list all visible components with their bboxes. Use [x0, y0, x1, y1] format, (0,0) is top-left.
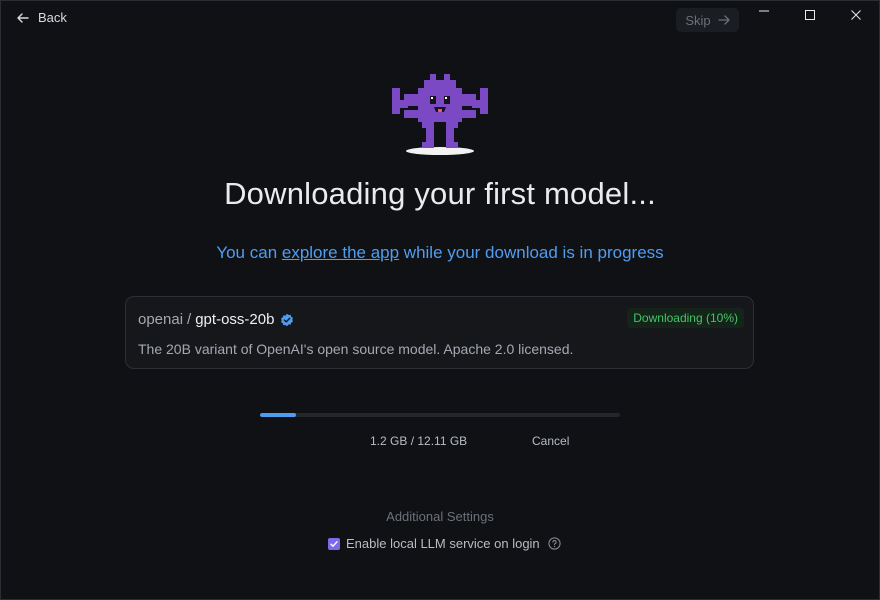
mascot-icon: [392, 74, 488, 155]
model-description: The 20B variant of OpenAI's open source …: [138, 341, 574, 357]
question-circle-icon[interactable]: [548, 537, 561, 550]
cancel-download-button[interactable]: Cancel: [532, 434, 569, 448]
page-title: Downloading your first model...: [224, 176, 656, 211]
enable-llm-service-option: Enable local LLM service on login: [328, 536, 561, 551]
additional-settings-heading: Additional Settings: [386, 509, 494, 524]
window-maximize-button[interactable]: [787, 0, 833, 30]
download-progress-bar: [260, 413, 620, 417]
model-org: openai: [138, 311, 184, 328]
arrow-right-icon: [717, 15, 730, 25]
window-minimize-button[interactable]: [741, 0, 787, 30]
model-name-row: openai / gpt-oss-20b: [138, 311, 294, 328]
back-label: Back: [38, 10, 67, 25]
verified-badge-icon: [281, 313, 294, 326]
explore-app-link[interactable]: explore the app: [282, 243, 399, 262]
enable-llm-service-label: Enable local LLM service on login: [346, 536, 540, 551]
back-button[interactable]: Back: [16, 10, 67, 25]
subtitle-prefix: You can: [216, 243, 282, 262]
download-status-badge: Downloading (10%): [627, 308, 744, 328]
model-name: gpt-oss-20b: [195, 311, 275, 328]
close-icon: [851, 10, 861, 20]
window-close-button[interactable]: [833, 0, 879, 30]
skip-label: Skip: [685, 12, 711, 28]
subtitle: You can explore the app while your downl…: [0, 243, 880, 263]
model-separator: /: [187, 311, 192, 328]
arrow-left-icon: [17, 12, 29, 23]
download-size-text: 1.2 GB / 12.11 GB: [370, 434, 468, 448]
download-progress-fill: [260, 413, 296, 417]
check-icon: [330, 540, 338, 547]
subtitle-suffix: while your download is in progress: [399, 243, 664, 262]
minimize-icon: [759, 10, 769, 12]
enable-llm-service-checkbox[interactable]: [328, 537, 340, 550]
skip-button[interactable]: Skip: [676, 8, 739, 32]
model-card: openai / gpt-oss-20b Downloading (10%) T…: [125, 296, 754, 369]
maximize-icon: [805, 10, 815, 20]
